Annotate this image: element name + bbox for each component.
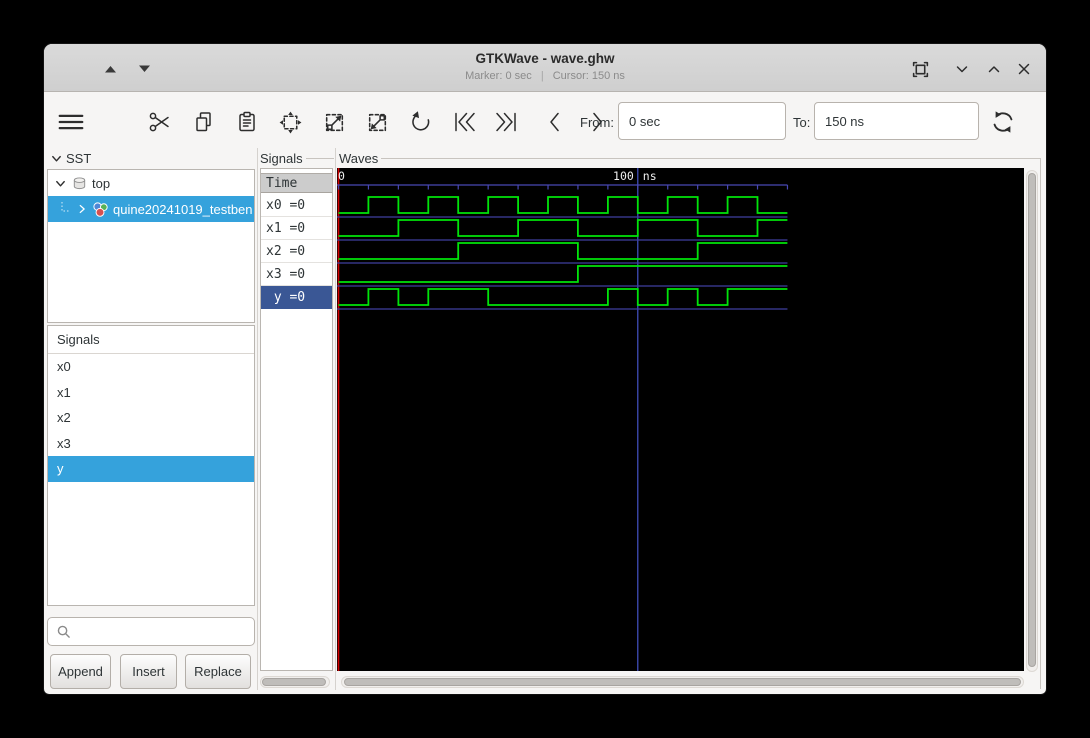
from-label: From: <box>580 115 614 130</box>
chevron-up-icon <box>988 66 1000 73</box>
waves-vscrollbar-track[interactable] <box>1026 170 1038 672</box>
tree-branch-line <box>61 202 70 212</box>
signal-row-x0[interactable]: x0 =0 <box>261 194 332 217</box>
undo-button[interactable] <box>407 109 433 135</box>
waves-vscrollbar-thumb[interactable] <box>1028 173 1036 667</box>
from-input[interactable] <box>618 102 786 140</box>
frame-line <box>306 158 334 159</box>
signal-filter-list: Signals x0 x1 x2 x3 y <box>47 325 255 606</box>
frame-line <box>381 158 1040 159</box>
values-hscrollbar-thumb[interactable] <box>262 678 326 686</box>
marker-cursor-status: Marker: 0 sec | Cursor: 150 ns <box>44 70 1046 82</box>
cut-button[interactable] <box>147 109 173 135</box>
cursor-status: Cursor: 150 ns <box>552 70 625 82</box>
waves-panel-label: Waves <box>339 151 379 166</box>
module-icon <box>93 201 108 217</box>
tree-item-testbench[interactable]: quine20241019_testben <box>48 196 254 222</box>
zoom-in-button[interactable] <box>321 109 347 135</box>
pane-splitter-right[interactable] <box>335 148 336 690</box>
paste-button[interactable] <box>234 109 260 135</box>
pane-splitter-left[interactable] <box>257 148 258 690</box>
search-icon <box>57 625 70 638</box>
waves-hscrollbar-thumb[interactable] <box>344 678 1021 686</box>
signal-row-x1[interactable]: x1 =0 <box>261 217 332 240</box>
undo-icon <box>411 110 429 131</box>
time-column-header[interactable]: Time <box>261 173 332 193</box>
replace-button[interactable]: Replace <box>185 654 251 689</box>
signal-values-panel: Time x0 =0 x1 =0 x2 =0 x3 =0 y =0 <box>260 168 333 671</box>
gtkwave-window: GTKWave - wave.ghw Marker: 0 sec | Curso… <box>44 44 1046 694</box>
signal-row-x3[interactable]: x3 =0 <box>261 263 332 286</box>
copy-icon <box>196 112 211 132</box>
filter-item-label: x2 <box>57 410 71 426</box>
scissors-icon <box>149 112 169 132</box>
waveform-canvas[interactable]: 0 100 ns <box>337 168 1024 671</box>
append-button[interactable]: Append <box>50 654 111 689</box>
tree-item-label: top <box>92 175 111 191</box>
signal-row-y[interactable]: y =0 <box>261 286 332 309</box>
filter-item-label: x1 <box>57 384 71 400</box>
filter-item-x3[interactable]: x3 <box>48 431 254 457</box>
waveform-plot: 0 100 ns <box>337 168 789 671</box>
chevron-down-icon <box>956 66 968 73</box>
zoom-fit-icon <box>279 111 301 133</box>
tree-item-label: quine20241019_testben <box>113 201 253 217</box>
zoom-out-button[interactable] <box>364 109 390 135</box>
clipboard-paste-icon <box>239 111 255 132</box>
minimize-button[interactable] <box>949 56 975 82</box>
fullscreen-button[interactable] <box>907 56 933 82</box>
filter-item-y[interactable]: y <box>48 456 254 482</box>
close-icon <box>1018 63 1030 75</box>
filter-item-label: x3 <box>57 435 71 451</box>
copy-button[interactable] <box>191 109 217 135</box>
filter-item-x2[interactable]: x2 <box>48 405 254 431</box>
sst-tree: top quine20241019_testben <box>47 169 255 323</box>
toolbar: From: To: <box>44 93 1046 148</box>
zoom-in-icon <box>325 113 343 131</box>
marker-status: Marker: 0 sec <box>465 70 532 82</box>
hamburger-menu-icon <box>58 114 84 130</box>
filter-item-x0[interactable]: x0 <box>48 354 254 380</box>
frame-line <box>1040 158 1041 689</box>
expander-right-icon <box>79 204 85 214</box>
filter-list-header: Signals <box>48 326 254 354</box>
chevron-left-icon <box>550 112 559 132</box>
zoom-fit-button[interactable] <box>277 109 303 135</box>
to-input[interactable] <box>814 102 979 140</box>
reload-icon <box>993 111 1013 133</box>
window-title: GTKWave - wave.ghw <box>475 51 615 66</box>
filter-item-label: y <box>57 461 64 477</box>
expander-down-icon <box>56 180 65 187</box>
svg-text:0: 0 <box>338 169 345 183</box>
waves-hscrollbar-track[interactable] <box>341 676 1024 688</box>
to-label: To: <box>793 115 811 130</box>
status-separator: | <box>540 70 544 82</box>
menu-button[interactable] <box>58 109 84 135</box>
svg-text:100: 100 <box>613 169 634 183</box>
sst-label: SST <box>66 150 92 166</box>
filter-item-x1[interactable]: x1 <box>48 380 254 406</box>
signal-search[interactable] <box>47 617 255 646</box>
tree-item-top[interactable]: top <box>48 170 254 196</box>
insert-button[interactable]: Insert <box>120 654 177 689</box>
sst-expander[interactable]: SST <box>50 149 91 167</box>
signal-row-x2[interactable]: x2 =0 <box>261 240 332 263</box>
reload-button[interactable] <box>990 109 1016 135</box>
database-icon <box>73 176 86 189</box>
previous-edge-button[interactable] <box>542 109 568 135</box>
skip-to-start-icon <box>455 112 475 132</box>
maximize-button[interactable] <box>981 56 1007 82</box>
close-button[interactable] <box>1011 56 1037 82</box>
fullscreen-icon <box>912 61 928 77</box>
titlebar: GTKWave - wave.ghw Marker: 0 sec | Curso… <box>44 44 1046 92</box>
search-input[interactable] <box>77 618 254 645</box>
expander-down-icon <box>52 155 61 162</box>
zoom-out-icon <box>368 113 386 131</box>
svg-text:ns: ns <box>643 169 657 183</box>
filter-item-label: x0 <box>57 359 71 375</box>
signals-panel-label: Signals <box>260 151 303 166</box>
values-hscrollbar-track[interactable] <box>260 676 330 688</box>
go-to-start-button[interactable] <box>452 109 478 135</box>
